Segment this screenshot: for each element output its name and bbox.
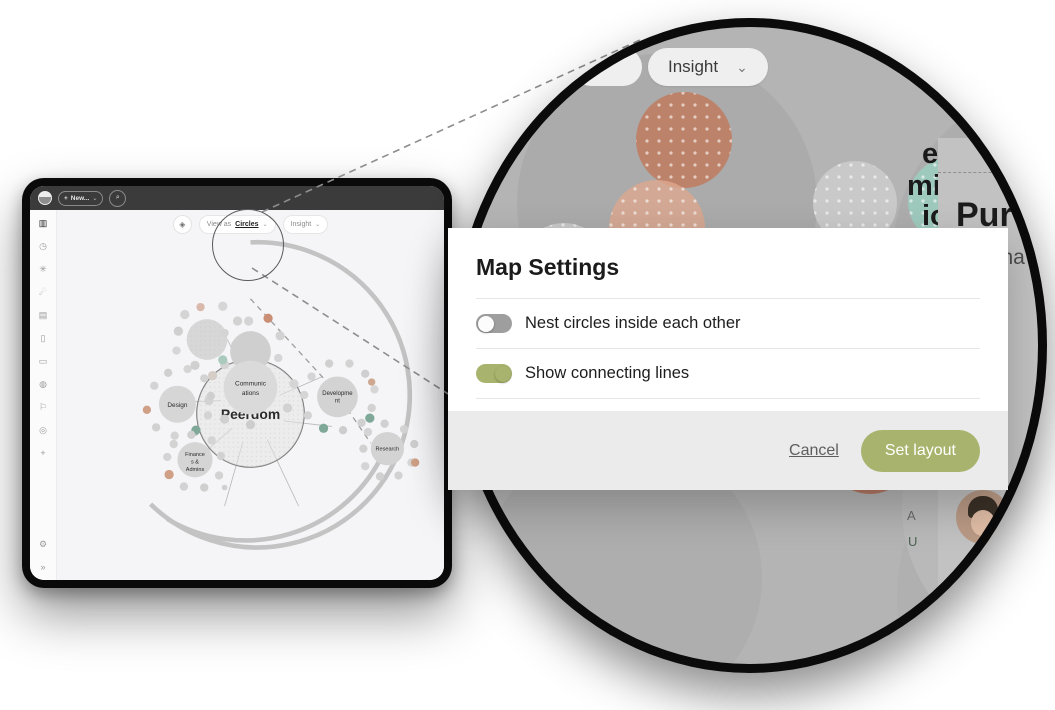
expand-icon[interactable]: »	[36, 560, 50, 574]
avatar[interactable]	[956, 490, 1010, 544]
toggle-connecting-lines[interactable]	[476, 364, 512, 383]
cancel-button[interactable]: Cancel	[789, 442, 839, 460]
sidebar-item-refresh[interactable]: ◎	[36, 423, 50, 437]
insight-label: Insight	[290, 221, 312, 228]
circle-label-design: Design	[167, 402, 188, 409]
set-layout-button[interactable]: Set layout	[860, 429, 980, 472]
peerdom-logo-icon[interactable]	[38, 191, 52, 205]
circle-label-communications-2: ations	[242, 390, 259, 397]
magnifier-source-ring	[212, 209, 284, 281]
sidebar: ▥ ◷ ✳ ☄ ▤ ▯ ▭ ◍ ⚐ ◎ + ⚙ »	[30, 210, 57, 580]
toggle-knob	[477, 315, 494, 332]
circle-label-development-1: Developme	[322, 391, 353, 397]
circle-label-communications-1: Communic	[235, 381, 267, 388]
sidebar-item-leaf[interactable]: ◍	[36, 377, 50, 391]
magnified-view-as-pill[interactable]	[572, 48, 642, 86]
dialog-title: Map Settings	[476, 254, 620, 280]
setting-row-connecting-lines[interactable]: Show connecting lines	[476, 348, 980, 399]
setting-row-nest-circles[interactable]: Nest circles inside each other	[476, 298, 980, 348]
toggle-knob	[494, 365, 511, 382]
circle-label-finances-2: s &	[191, 459, 199, 465]
circle-label-finances-3: Admins	[186, 467, 205, 473]
chevron-down-icon: ⌄	[92, 195, 98, 202]
sidebar-item-asterisk[interactable]: ✳	[36, 262, 50, 276]
toggle-nest-circles[interactable]	[476, 314, 512, 333]
plus-icon: +	[64, 194, 68, 202]
sidebar-item-flag[interactable]: ⚐	[36, 400, 50, 414]
circle-label-research: Research	[376, 447, 400, 453]
circle-label-finances-1: Finance	[185, 452, 205, 458]
search-icon[interactable]: ⌕	[109, 189, 127, 207]
app-header: + New... ⌄ ⌕	[30, 186, 444, 210]
screenshot-stage: + New... ⌄ ⌕ ▥ ◷ ✳ ☄ ▤ ▯ ▭ ◍ ⚐ ◎ + ⚙ » ◈…	[0, 0, 1055, 710]
sidebar-item-chat[interactable]: ▭	[36, 354, 50, 368]
dialog-footer: Cancel Set layout	[448, 411, 1008, 490]
magnified-label-a: A	[907, 508, 916, 523]
map-settings-dialog: Map Settings Nest circles inside each ot…	[448, 228, 1008, 490]
layers-icon[interactable]: ◈	[172, 215, 192, 234]
sidebar-item-briefcase[interactable]: ▤	[36, 308, 50, 322]
dialog-body: Map Settings Nest circles inside each ot…	[448, 228, 1008, 399]
panel-divider	[938, 172, 1047, 173]
sidebar-item-person-badge[interactable]: ☄	[36, 285, 50, 299]
circle-label-development-2: nt	[335, 398, 340, 404]
magnified-insight-label: Insight	[668, 57, 719, 76]
setting-label-nest-circles: Nest circles inside each other	[525, 314, 741, 332]
magnified-insight-dropdown[interactable]: Insight ⌄	[648, 48, 768, 86]
magnified-label-u: U	[908, 534, 918, 549]
insight-dropdown[interactable]: Insight ⌄	[282, 215, 329, 234]
setting-label-connecting-lines: Show connecting lines	[525, 364, 690, 382]
panel-roles-count: 54 rol	[956, 623, 1012, 648]
sidebar-item-add[interactable]: +	[36, 446, 50, 460]
chevron-down-icon: ⌄	[315, 222, 321, 228]
new-button[interactable]: + New... ⌄	[58, 190, 104, 206]
sidebar-item-history[interactable]: ◷	[36, 239, 50, 253]
cluster-development: Developme nt	[299, 359, 379, 435]
sidebar-item-clipboard[interactable]: ▯	[36, 331, 50, 345]
new-button-label: New...	[70, 194, 90, 202]
settings-icon[interactable]: ⚙	[36, 537, 50, 551]
chevron-down-icon: ⌄	[736, 58, 748, 75]
sidebar-item-map[interactable]: ▥	[36, 216, 50, 230]
